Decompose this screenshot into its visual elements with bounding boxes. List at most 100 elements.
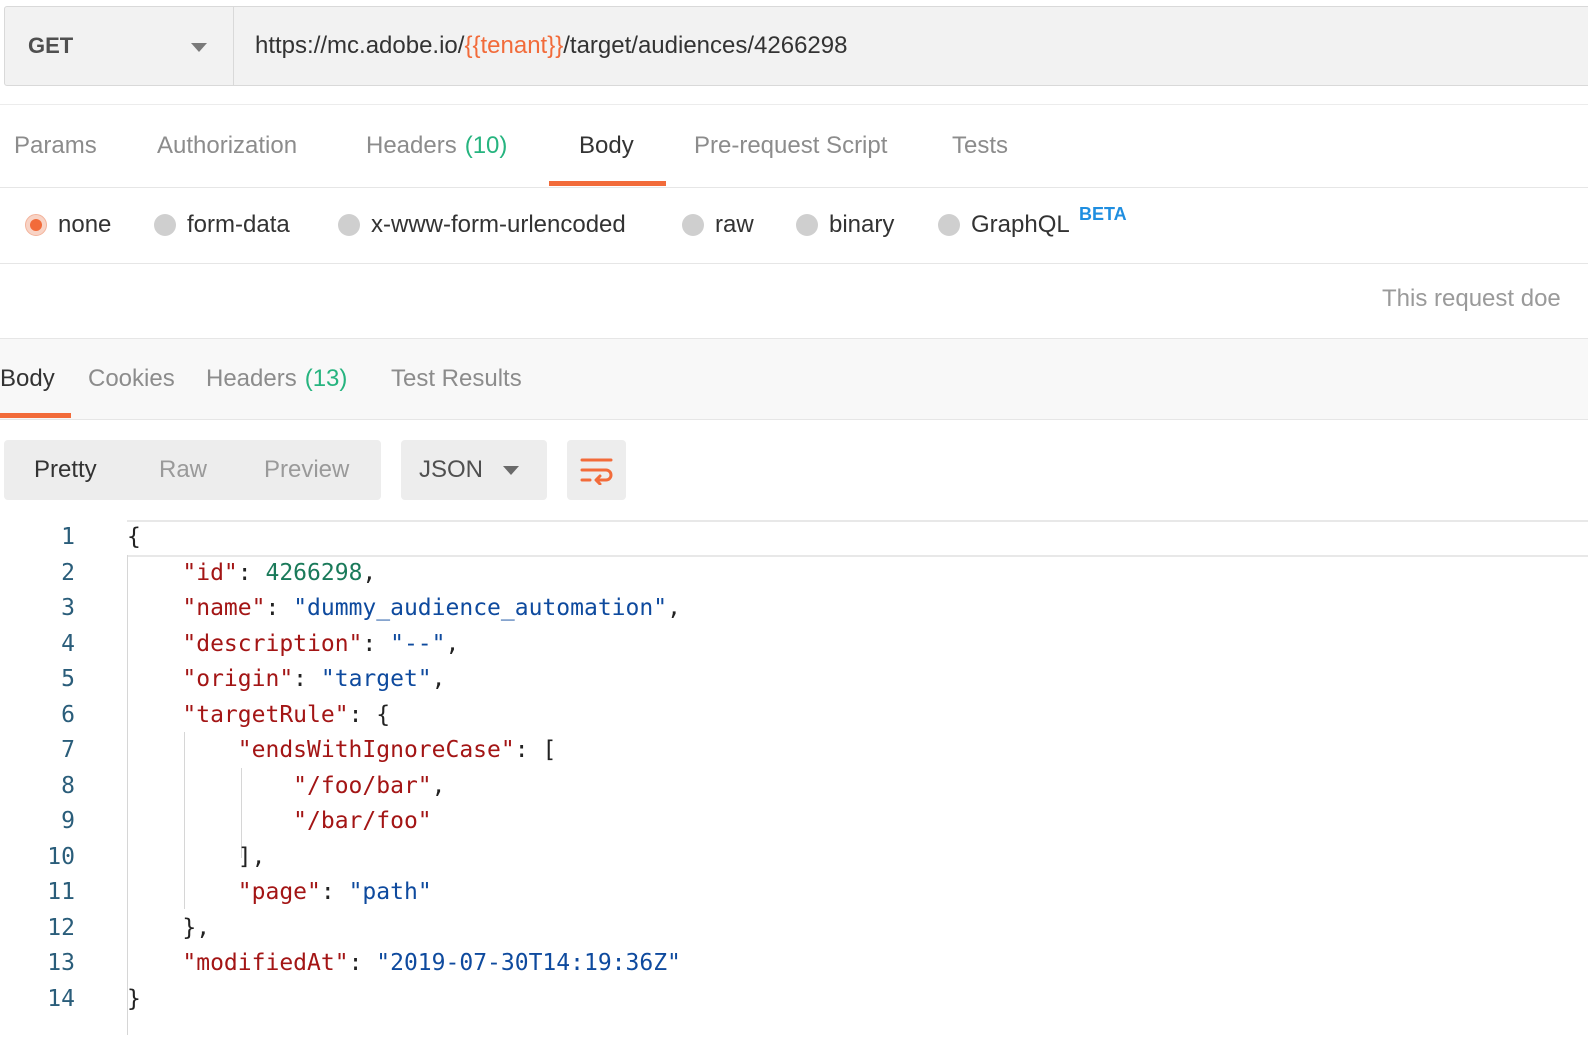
json-brace: }	[127, 985, 141, 1012]
radio-selected-icon	[25, 214, 47, 236]
radio-x-www-form-urlencoded[interactable]: x-www-form-urlencoded	[338, 187, 626, 263]
response-tab-test-results[interactable]: Test Results	[391, 339, 522, 419]
code-line: }	[127, 982, 141, 1018]
code-line: "targetRule": {	[127, 698, 390, 734]
tab-label: Headers	[366, 132, 457, 159]
wrap-lines-button[interactable]	[567, 440, 626, 500]
line-number: 6	[61, 701, 75, 728]
json-colon: :	[362, 630, 391, 657]
json-key: "origin"	[182, 666, 294, 692]
format-select[interactable]: JSON	[401, 440, 547, 500]
line-number: 7	[61, 737, 75, 763]
radio-icon	[938, 214, 960, 236]
json-colon: :	[293, 666, 321, 692]
line-number: 3	[61, 595, 75, 621]
tab-authorization[interactable]: Authorization	[157, 105, 297, 187]
radio-label: x-www-form-urlencoded	[371, 211, 626, 238]
line-number: 10	[47, 843, 75, 870]
view-mode-segmented: Pretty Raw Preview	[4, 440, 381, 500]
json-string: "dummy_audience_automation"	[293, 595, 668, 621]
view-preview-button[interactable]: Preview	[264, 440, 349, 500]
url-input[interactable]: https://mc.adobe.io/{{tenant}}/target/au…	[234, 7, 1588, 85]
code-line: "id": 4266298,	[127, 556, 376, 592]
line-number: 11	[47, 879, 75, 905]
radio-graphql[interactable]: GraphQL	[938, 187, 1070, 263]
code-line: "description": "--",	[127, 627, 459, 663]
json-comma: ,	[445, 630, 460, 657]
radio-icon	[682, 214, 704, 236]
radio-label: form-data	[187, 211, 290, 238]
radio-raw[interactable]: raw	[682, 187, 754, 263]
radio-label: none	[58, 211, 112, 238]
radio-none[interactable]: none	[25, 187, 111, 263]
url-suffix: /target/audiences/4266298	[563, 32, 848, 59]
json-string: "path"	[348, 879, 432, 905]
active-response-tab-indicator	[0, 413, 71, 418]
code-line: "endsWithIgnoreCase": [	[127, 733, 557, 769]
tab-label: Body	[579, 132, 634, 159]
json-comma: ,	[362, 559, 377, 586]
beta-badge: BETA	[1079, 204, 1127, 224]
json-brace: {	[127, 524, 141, 550]
active-tab-indicator	[549, 181, 666, 186]
active-line-highlight	[127, 520, 1588, 557]
url-variable: {{tenant}}	[464, 32, 564, 59]
tab-body[interactable]: Body	[579, 105, 634, 187]
radio-icon	[154, 214, 176, 236]
view-raw-button[interactable]: Raw	[159, 440, 207, 500]
json-brace: {	[376, 701, 391, 728]
line-number: 5	[61, 666, 75, 692]
response-tab-body[interactable]: Body	[0, 339, 55, 419]
tab-headers[interactable]: Headers (10)	[366, 105, 507, 187]
tab-tests[interactable]: Tests	[952, 105, 1008, 187]
code-line: "/bar/foo"	[127, 804, 431, 840]
url-prefix: https://mc.adobe.io/	[255, 32, 465, 59]
json-key: "page"	[237, 879, 321, 905]
response-tab-headers[interactable]: Headers (13)	[206, 339, 347, 419]
json-key: "name"	[182, 595, 266, 621]
radio-label: raw	[715, 211, 754, 238]
tab-label: Cookies	[88, 365, 175, 392]
json-key: "description"	[182, 630, 363, 657]
json-key: "id"	[182, 559, 238, 586]
response-tabs: Body Cookies Headers (13) Test Results	[0, 339, 1588, 420]
radio-label: GraphQL	[971, 211, 1070, 238]
body-type-radios: none form-data x-www-form-urlencoded raw…	[0, 187, 1588, 264]
tab-label: Tests	[952, 132, 1009, 159]
json-key: "targetRule"	[182, 701, 349, 728]
format-label: JSON	[419, 456, 484, 483]
json-array-item: "/foo/bar"	[293, 772, 432, 799]
code-line: "origin": "target",	[127, 662, 446, 698]
wrap-lines-icon	[580, 458, 612, 485]
response-body-viewer[interactable]: 1 2 3 4 5 6 7 8 9 10 11 12 13 14 { "id":…	[0, 520, 1588, 1042]
method-label: GET	[28, 33, 74, 58]
code-line: "/foo/bar",	[127, 769, 446, 805]
line-number: 14	[47, 985, 75, 1012]
tab-count: (13)	[304, 365, 348, 392]
json-bracket: [	[542, 737, 557, 763]
tab-label: Params	[14, 132, 97, 159]
json-comma: ,	[431, 772, 446, 799]
tab-pre-request-script[interactable]: Pre-request Script	[694, 105, 887, 187]
request-bar: GET https://mc.adobe.io/{{tenant}}/targe…	[4, 6, 1588, 86]
request-tabs: Params Authorization Headers (10) Body Pr…	[0, 104, 1588, 188]
json-string: "2019-07-30T14:19:36Z"	[376, 950, 681, 976]
json-brace: },	[182, 914, 211, 941]
json-colon: :	[237, 559, 266, 586]
tab-label: Body	[0, 365, 55, 392]
code-line: "name": "dummy_audience_automation",	[127, 591, 681, 627]
method-select[interactable]: GET	[5, 7, 234, 85]
line-number: 13	[47, 950, 75, 976]
json-comma: ,	[431, 666, 446, 692]
response-tab-cookies[interactable]: Cookies	[88, 339, 175, 419]
tab-params[interactable]: Params	[14, 105, 97, 187]
tab-label: Authorization	[157, 132, 298, 159]
json-key: "endsWithIgnoreCase"	[237, 737, 515, 763]
json-colon: :	[348, 950, 377, 976]
line-number: 2	[61, 559, 75, 586]
radio-form-data[interactable]: form-data	[154, 187, 290, 263]
radio-binary[interactable]: binary	[796, 187, 894, 263]
tab-label: Test Results	[391, 365, 522, 392]
view-pretty-button[interactable]: Pretty	[34, 440, 97, 500]
chevron-down-icon	[191, 43, 207, 52]
